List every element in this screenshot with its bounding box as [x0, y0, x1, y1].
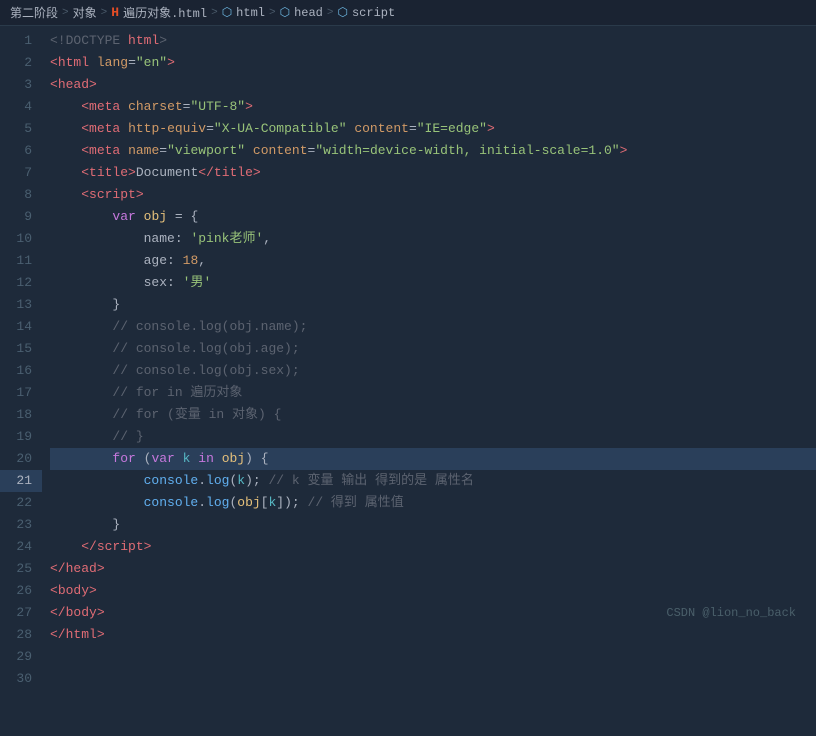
breadcrumb-sep: >	[269, 7, 276, 19]
line-numbers: 12345 678910 1112131415 1617181920 21 22…	[0, 26, 42, 736]
breadcrumb-sep: >	[211, 7, 218, 19]
code-line: <!DOCTYPE html>	[50, 30, 816, 52]
breadcrumb-segment: script	[352, 6, 395, 20]
code-line: age: 18,	[50, 250, 816, 272]
breadcrumb: 第二阶段 > 对象 > H 遍历对象.html > ⬡ html > ⬡ hea…	[0, 0, 816, 26]
code-editor: 12345 678910 1112131415 1617181920 21 22…	[0, 26, 816, 736]
code-content: <!DOCTYPE html> <html lang="en"> <head> …	[42, 26, 816, 736]
code-line: // console.log(obj.age);	[50, 338, 816, 360]
breadcrumb-segment: head	[294, 6, 323, 20]
breadcrumb-sep: >	[62, 7, 69, 19]
html-icon: H	[111, 5, 119, 20]
code-line: // }	[50, 426, 816, 448]
code-line: <script>	[50, 184, 816, 206]
folder-icon: ⬡	[222, 5, 232, 20]
code-line: <body>	[50, 580, 816, 602]
code-line: // console.log(obj.sex);	[50, 360, 816, 382]
code-line: <html lang="en">	[50, 52, 816, 74]
code-line: <title>Document</title>	[50, 162, 816, 184]
folder-icon: ⬡	[280, 5, 290, 20]
code-line: </head>	[50, 558, 816, 580]
code-line: sex: '男'	[50, 272, 816, 294]
code-line: <meta name="viewport" content="width=dev…	[50, 140, 816, 162]
breadcrumb-segment: 遍历对象.html	[123, 4, 207, 21]
code-line: <head>	[50, 74, 816, 96]
code-line-active: for (var k in obj) {	[50, 448, 816, 470]
breadcrumb-segment: html	[236, 6, 265, 20]
breadcrumb-segment: 对象	[73, 4, 97, 21]
code-line: // for in 遍历对象	[50, 382, 816, 404]
watermark: CSDN @lion_no_back	[666, 602, 796, 624]
code-line: <meta http-equiv="X-UA-Compatible" conte…	[50, 118, 816, 140]
code-line: </script>	[50, 536, 816, 558]
breadcrumb-sep: >	[327, 7, 334, 19]
folder-icon: ⬡	[338, 5, 348, 20]
breadcrumb-sep: >	[101, 7, 108, 19]
code-line: }	[50, 294, 816, 316]
code-line: </html>	[50, 624, 816, 646]
code-line: }	[50, 514, 816, 536]
code-line: </body> CSDN @lion_no_back	[50, 602, 816, 624]
code-line: <meta charset="UTF-8">	[50, 96, 816, 118]
code-line: console.log(obj[k]); // 得到 属性值	[50, 492, 816, 514]
breadcrumb-segment: 第二阶段	[10, 4, 58, 21]
code-line: var obj = {	[50, 206, 816, 228]
code-line: name: 'pink老师',	[50, 228, 816, 250]
code-line: // for (变量 in 对象) {	[50, 404, 816, 426]
code-line: console.log(k); // k 变量 输出 得到的是 属性名	[50, 470, 816, 492]
code-line: // console.log(obj.name);	[50, 316, 816, 338]
